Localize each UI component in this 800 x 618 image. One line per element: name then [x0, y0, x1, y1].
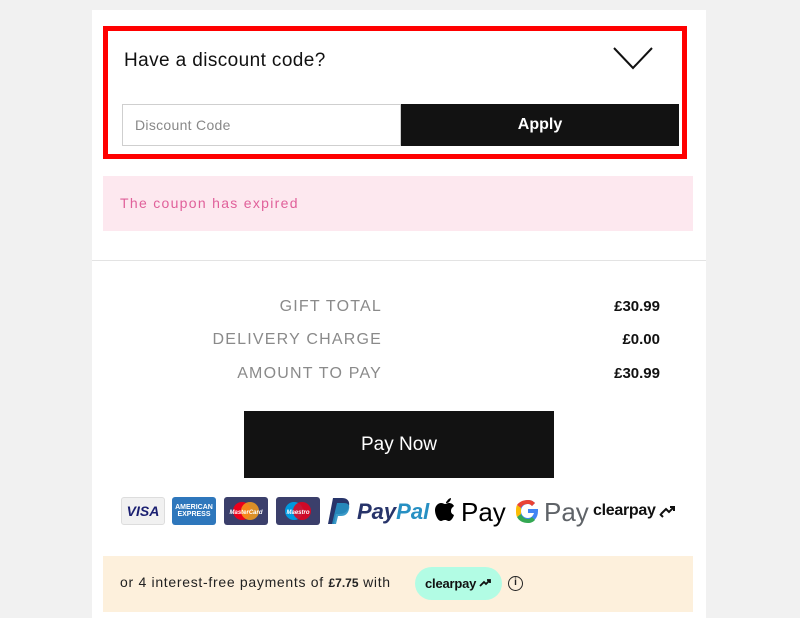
- summary-value: £30.99: [614, 365, 660, 382]
- google-pay-icon: [516, 500, 538, 523]
- apple-pay-label: Pay: [461, 497, 506, 527]
- installments-text: or 4 interest-free payments of £7.75 wit…: [120, 574, 391, 590]
- payment-methods: VISA AMERICAN EXPRESS MasterCard Maestro…: [121, 494, 681, 528]
- summary-label: GIFT TOTAL: [279, 298, 382, 315]
- summary-value: £0.00: [622, 331, 660, 348]
- paypal-icon: [328, 498, 350, 524]
- divider: [92, 260, 706, 261]
- maestro-icon: Maestro: [276, 497, 320, 525]
- clearpay-icon: [659, 506, 675, 518]
- discount-code-input[interactable]: [122, 104, 401, 146]
- google-pay-label: Pay: [544, 497, 589, 527]
- info-icon[interactable]: i: [508, 576, 523, 591]
- amex-icon: AMERICAN EXPRESS: [172, 497, 216, 525]
- apply-button[interactable]: Apply: [401, 104, 679, 146]
- apple-pay-icon: [435, 498, 454, 521]
- discount-code-section: Have a discount code? Apply: [103, 26, 687, 159]
- summary-row-delivery-charge: DELIVERY CHARGE £0.00: [103, 331, 693, 355]
- svg-text:Maestro: Maestro: [286, 510, 309, 516]
- paypal-wordmark: PayPal: [357, 499, 430, 524]
- coupon-error-message: The coupon has expired: [103, 176, 693, 231]
- summary-value: £30.99: [614, 298, 660, 315]
- summary-label: AMOUNT TO PAY: [237, 365, 382, 382]
- clearpay-badge[interactable]: clearpay: [415, 567, 502, 600]
- clearpay-wordmark: clearpay: [593, 502, 656, 519]
- summary-row-gift-total: GIFT TOTAL £30.99: [103, 298, 693, 322]
- mastercard-icon: MasterCard: [224, 497, 268, 525]
- pay-now-button[interactable]: Pay Now: [244, 411, 554, 478]
- discount-title: Have a discount code?: [124, 50, 326, 71]
- summary-label: DELIVERY CHARGE: [212, 331, 382, 348]
- summary-row-amount-to-pay: AMOUNT TO PAY £30.99: [103, 365, 693, 389]
- clearpay-icon: [479, 579, 491, 587]
- chevron-down-icon[interactable]: [612, 45, 654, 73]
- svg-text:MasterCard: MasterCard: [229, 510, 262, 516]
- visa-icon: VISA: [121, 497, 165, 525]
- installments-banner: or 4 interest-free payments of £7.75 wit…: [103, 556, 693, 612]
